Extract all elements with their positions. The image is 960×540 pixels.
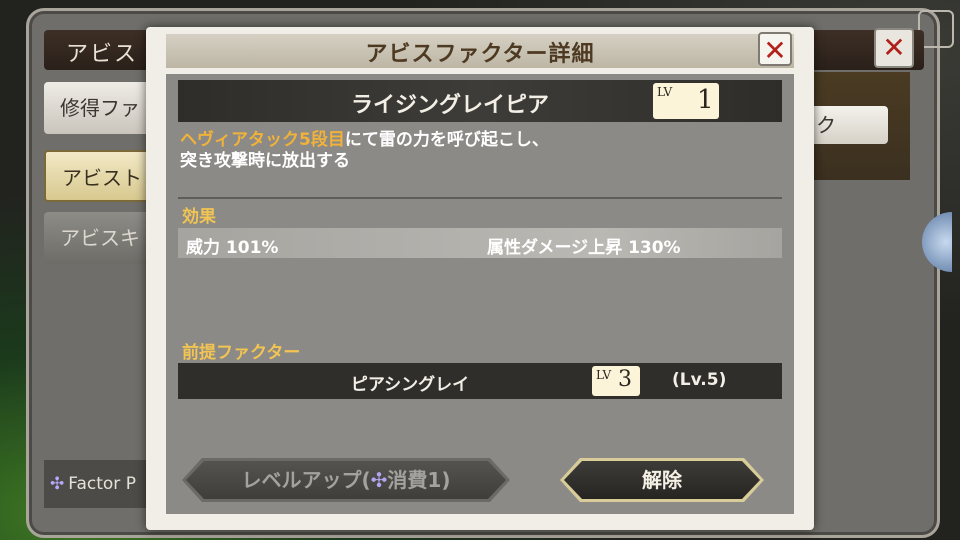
level-up-button[interactable]: レベルアップ(✣消費1) [186,461,506,499]
factor-description: ヘヴィアタック5段目にて雷の力を呼び起こし、 突き攻撃時に放出する [180,130,770,172]
factor-level-badge: LV 1 [653,83,719,119]
section-divider [178,197,782,199]
factor-point-icon: ✣ [50,474,65,494]
close-x-icon[interactable]: ✕ [758,32,792,67]
prerequisite-level-prefix: LV [596,368,612,382]
level-up-cost: 消費1) [387,468,451,492]
effect-element-damage: 属性ダメージ上昇 130% [487,238,681,258]
factor-name: ライジングレイピア [350,93,549,118]
level-prefix: LV [657,85,673,99]
description-line2: 突き攻撃時に放出する [180,151,350,171]
footer-label: Factor P [68,474,136,494]
level-up-label: レベルアップ( [241,468,371,492]
prerequisite-required-level: (Lv.5) [672,370,727,390]
description-line1: にて雷の力を呼び起こし、 [344,130,549,150]
description-highlight: ヘヴィアタック5段目 [180,130,345,150]
prerequisite-label: 前提ファクター [182,343,301,363]
release-button[interactable]: 解除 [564,461,760,499]
effect-power: 威力 101% [186,238,279,258]
effect-label: 効果 [182,207,216,227]
background-tab-acquire[interactable]: 修得ファ [44,82,156,134]
background-tab-abyss-tree[interactable]: アビスト [44,150,156,202]
prerequisite-factor-name: ピアシングレイ [350,375,470,395]
background-right-button[interactable]: ク [810,106,888,144]
prerequisite-level-badge: LV 3 [592,366,640,396]
factor-level-value: 1 [697,85,714,115]
background-panel-title: アビス [66,42,139,67]
prerequisite-level-value: 3 [618,367,632,392]
factor-point-icon: ✣ [370,468,388,492]
background-close-icon[interactable]: ✕ [874,28,914,68]
background-tab-abyss-skill[interactable]: アビスキ [44,212,156,264]
dialog-title: アビスファクター詳細 [365,42,595,67]
